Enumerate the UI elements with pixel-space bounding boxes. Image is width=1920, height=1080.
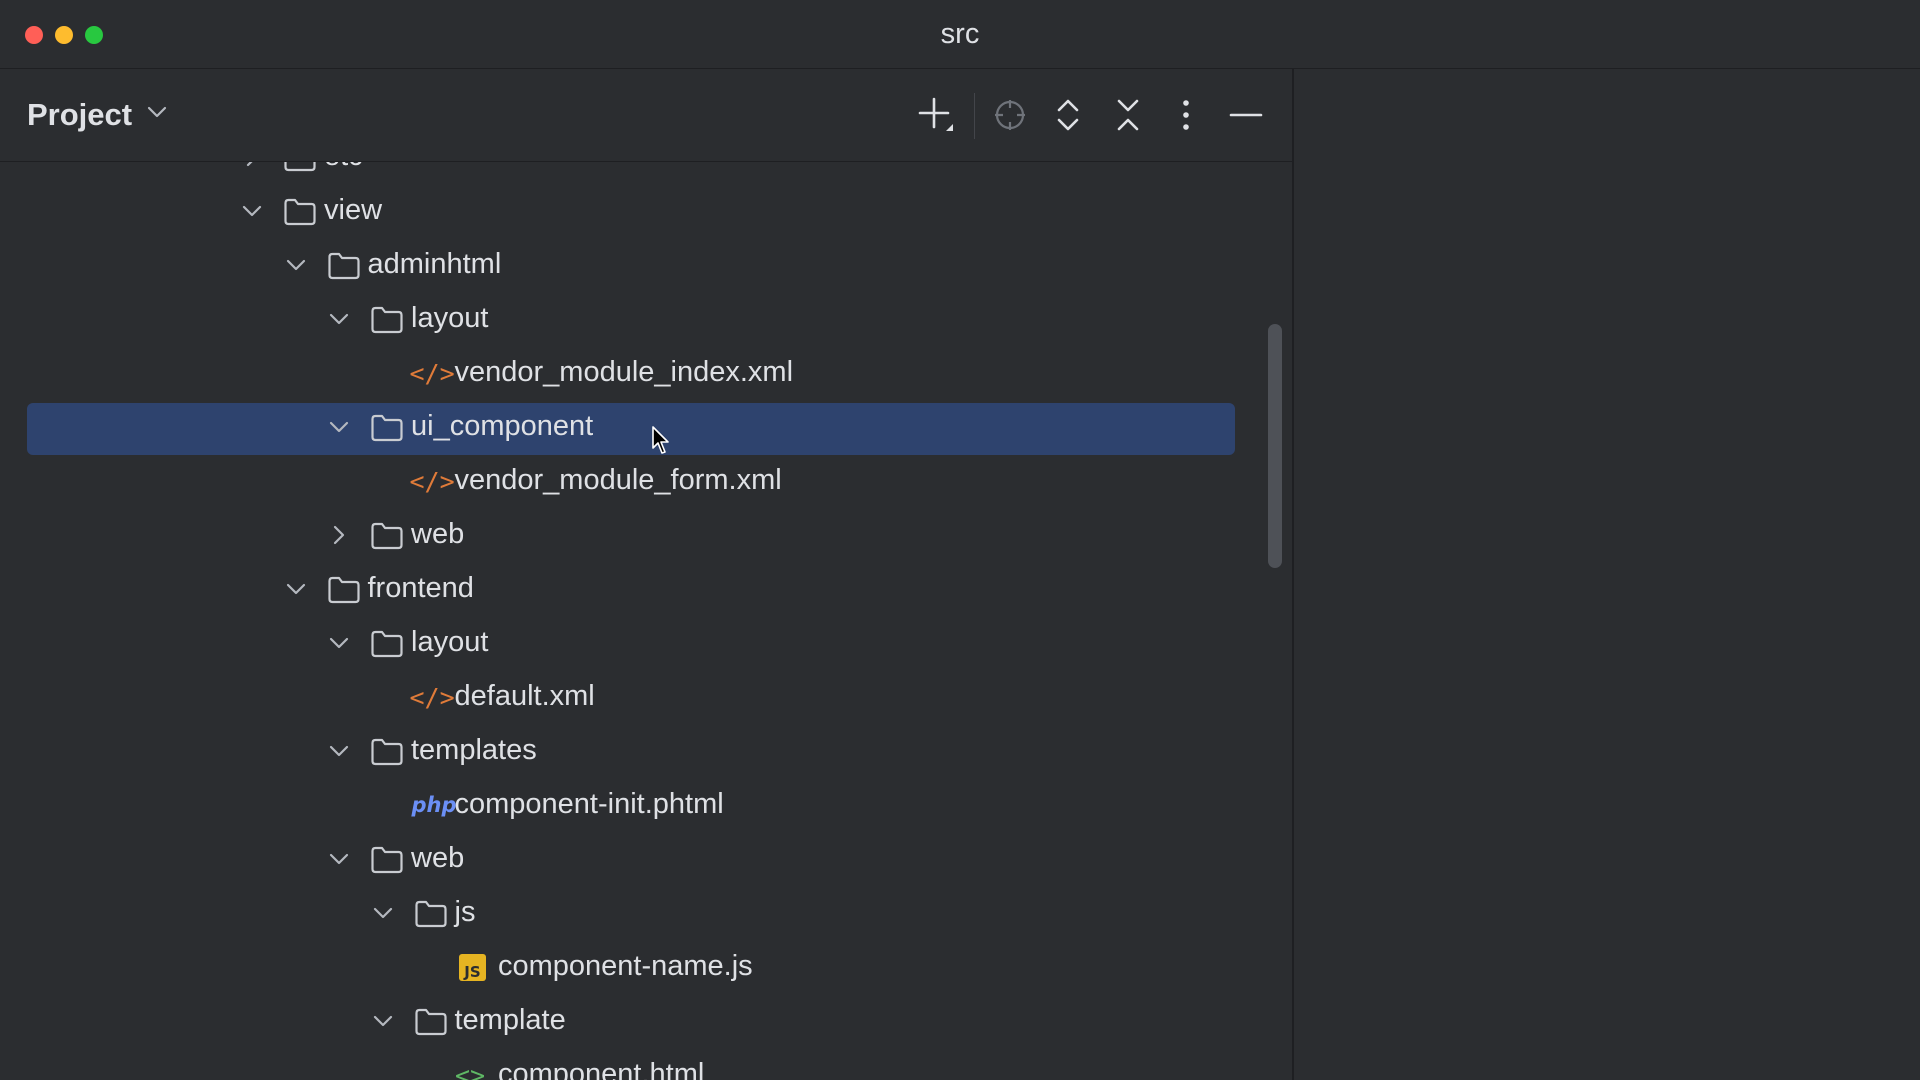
- chevron-down-icon[interactable]: [326, 630, 352, 656]
- js-file-icon: JS: [459, 954, 486, 981]
- tree-row-ui-component[interactable]: ui_component: [0, 401, 1292, 455]
- tree-row-layout[interactable]: layout: [0, 617, 1292, 671]
- tree-row-js[interactable]: js: [0, 887, 1292, 941]
- tree-item-label: etc: [324, 162, 363, 173]
- tree-row-component-name-js[interactable]: JS component-name.js: [0, 941, 1292, 995]
- tree-item-label: web: [411, 842, 465, 874]
- selection-highlight: [27, 403, 1235, 455]
- tree-row-web[interactable]: web: [0, 509, 1292, 563]
- chevron-down-icon[interactable]: [147, 105, 167, 119]
- add-icon[interactable]: [914, 93, 958, 137]
- project-tree: etcviewadminhtmllayout</>vendor_module_i…: [0, 162, 1292, 1080]
- ide-window: src Project view adminhtml layout </> ve…: [0, 0, 1920, 1080]
- folder-icon: [327, 576, 360, 604]
- tree-row-template[interactable]: template: [0, 995, 1292, 1049]
- title-bar: src: [0, 0, 1920, 69]
- folder-icon: [371, 630, 403, 658]
- toolbar-separator: [974, 93, 975, 139]
- tree-item-label: component-init.phtml: [454, 788, 724, 820]
- tree-item-label: component-name.js: [498, 950, 753, 982]
- folder-icon: [371, 846, 403, 874]
- xml-file-icon: </>: [409, 359, 455, 388]
- tree-row-web[interactable]: web: [0, 833, 1292, 887]
- project-tool-window: Project view adminhtml layout </> vendor…: [0, 69, 1294, 1080]
- more-icon[interactable]: [1164, 93, 1208, 137]
- folder-icon: [327, 252, 360, 280]
- tree-row-default-xml[interactable]: </> default.xml: [0, 671, 1292, 725]
- tree-item-label: layout: [411, 626, 489, 658]
- tree-row-layout[interactable]: layout: [0, 293, 1292, 347]
- tree-row-templates[interactable]: templates: [0, 725, 1292, 779]
- chevron-down-icon[interactable]: [370, 1008, 396, 1034]
- chevron-down-icon[interactable]: [326, 306, 352, 332]
- tree-item-label: view: [324, 194, 383, 226]
- tree-row-view[interactable]: view: [0, 185, 1292, 239]
- tree-item-label: layout: [411, 302, 489, 334]
- chevron-down-icon[interactable]: [239, 198, 265, 224]
- chevron-down-icon[interactable]: [326, 738, 352, 764]
- php-file-icon: php: [411, 793, 457, 817]
- locate-icon[interactable]: [988, 93, 1032, 137]
- vertical-scrollbar[interactable]: [1268, 324, 1282, 568]
- folder-icon: [371, 522, 403, 550]
- chevron-right-icon[interactable]: [326, 522, 352, 548]
- collapse-all-icon[interactable]: [1106, 93, 1150, 137]
- folder-icon: [371, 306, 403, 334]
- folder-icon: [371, 414, 403, 442]
- tree-item-label: templates: [411, 734, 537, 766]
- chevron-right-icon[interactable]: [239, 162, 265, 170]
- tree-item-label: template: [454, 1004, 566, 1036]
- tree-row-etc[interactable]: etc: [0, 162, 1292, 185]
- tree-item-label: web: [411, 518, 465, 550]
- folder-icon: [284, 162, 316, 172]
- folder-icon: [371, 738, 403, 766]
- project-view-selector[interactable]: Project: [27, 97, 132, 133]
- tree-row-adminhtml[interactable]: adminhtml: [0, 239, 1292, 293]
- tree-row-frontend[interactable]: frontend: [0, 563, 1292, 617]
- tree-item-label: component.html: [498, 1058, 705, 1080]
- html-file-icon: <>: [455, 1061, 486, 1080]
- tree-item-label: ui_component: [411, 410, 594, 442]
- xml-file-icon: </>: [409, 467, 455, 496]
- tree-row-vendor-module-form-xml[interactable]: </> vendor_module_form.xml: [0, 455, 1292, 509]
- folder-icon: [414, 1008, 447, 1036]
- folder-icon: [414, 900, 447, 928]
- tree-item-label: adminhtml: [367, 248, 502, 280]
- tree-item-label: default.xml: [454, 680, 595, 712]
- window-title: src: [940, 18, 980, 50]
- tree-item-label: vendor_module_index.xml: [454, 356, 794, 388]
- chevron-down-icon[interactable]: [283, 252, 309, 278]
- tree-item-label: js: [454, 896, 476, 928]
- folder-icon: [284, 198, 316, 226]
- chevron-down-icon[interactable]: [326, 846, 352, 872]
- tree-row-component-init-phtml[interactable]: php component-init.phtml: [0, 779, 1292, 833]
- mouse-cursor-icon: [652, 426, 669, 454]
- tree-item-label: frontend: [367, 572, 474, 604]
- chevron-down-icon[interactable]: [370, 900, 396, 926]
- tree-row-vendor-module-index-xml[interactable]: </> vendor_module_index.xml: [0, 347, 1292, 401]
- editor-area: [1294, 69, 1920, 1080]
- project-panel-header: Project: [0, 69, 1292, 162]
- chevron-down-icon[interactable]: [283, 576, 309, 602]
- chevron-down-icon[interactable]: [326, 414, 352, 440]
- tree-item-label: vendor_module_form.xml: [454, 464, 782, 496]
- minimize-icon[interactable]: [1224, 93, 1268, 137]
- xml-file-icon: </>: [409, 683, 455, 712]
- tree-row-component-html[interactable]: <> component.html: [0, 1049, 1292, 1080]
- expand-all-icon[interactable]: [1046, 93, 1090, 137]
